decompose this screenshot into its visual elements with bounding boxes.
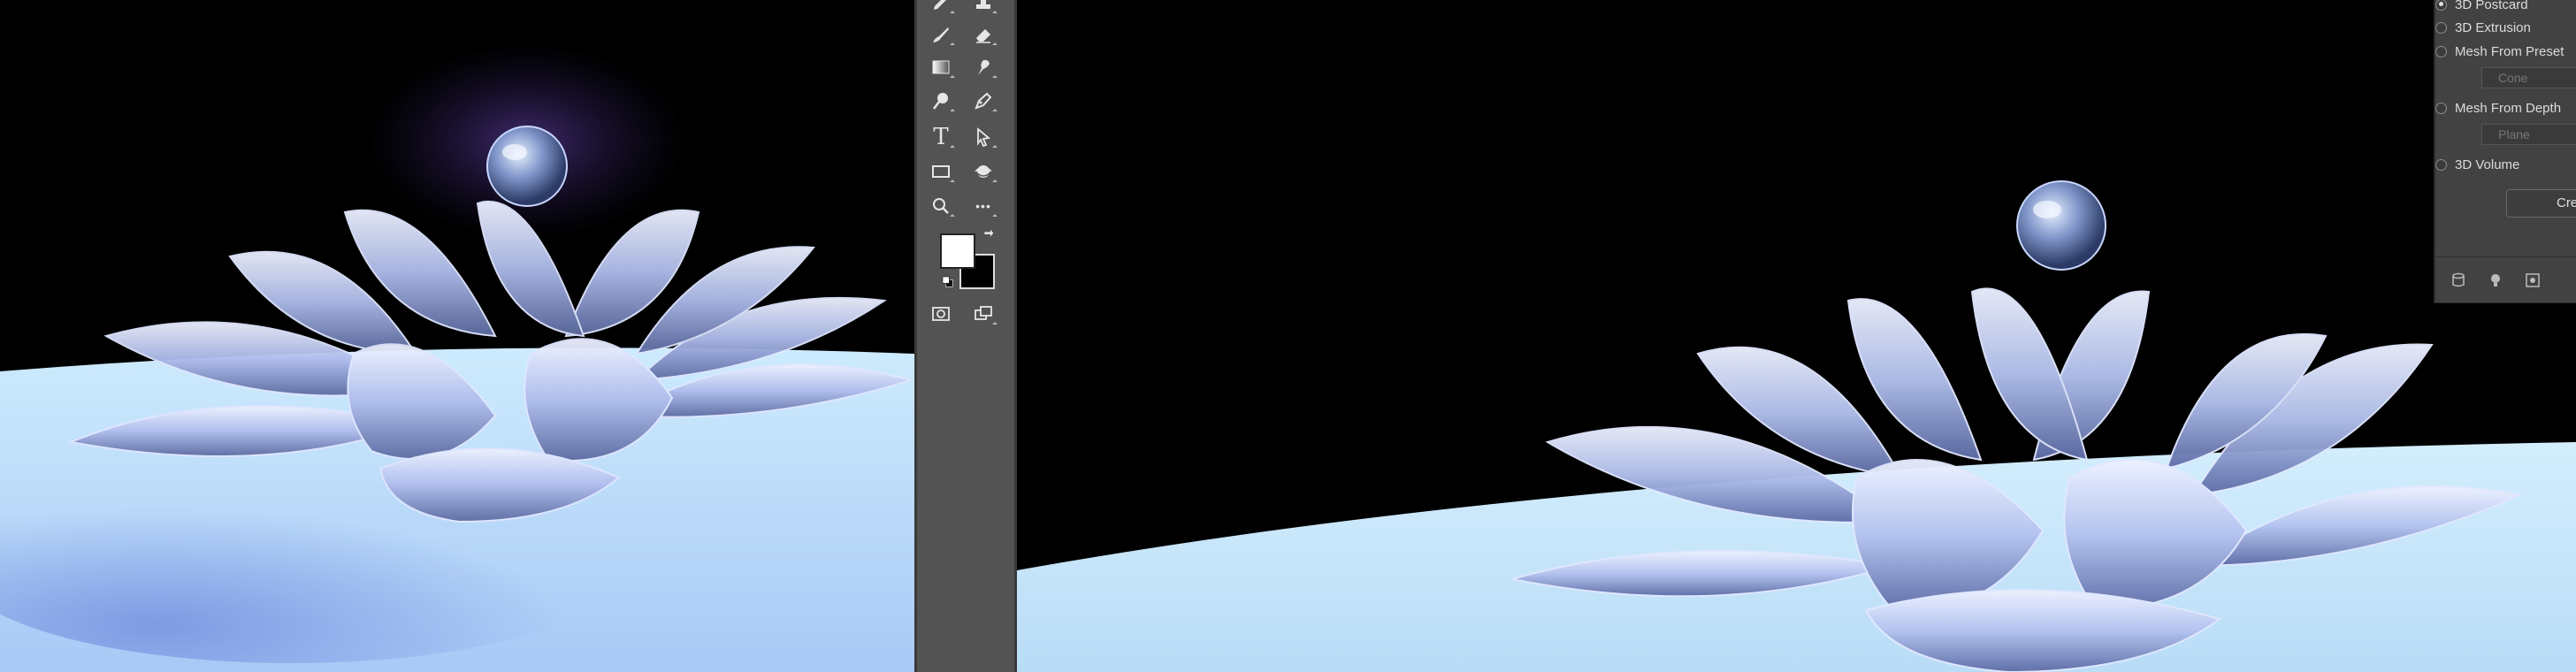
3d-panel: 3D Postcard 3D Extrusion Mesh From Prese… <box>2434 0 2576 303</box>
dodge-icon <box>933 93 948 110</box>
stamp-tool[interactable] <box>968 0 998 18</box>
brush-icon <box>933 27 949 42</box>
filter-by-lights-button[interactable] <box>2487 271 2504 289</box>
lightbulb-icon <box>2491 274 2500 286</box>
radio-mesh-from-preset[interactable] <box>2435 45 2447 57</box>
render-icon <box>2526 273 2540 287</box>
radio-3d-postcard[interactable] <box>2435 0 2447 11</box>
path-selection-tool[interactable] <box>968 122 998 152</box>
option-label: Mesh From Depth <box>2455 100 2562 116</box>
eraser-icon <box>976 29 990 43</box>
screen-mode-icon <box>975 306 992 320</box>
pencil-tool[interactable] <box>926 0 956 18</box>
arrow-cursor-icon <box>977 127 991 148</box>
option-label: 3D Postcard <box>2455 0 2528 12</box>
swap-arrows-icon <box>984 229 994 237</box>
create-button[interactable]: Crea <box>2506 189 2576 218</box>
type-icon: T <box>933 124 949 150</box>
default-colors-button[interactable] <box>938 272 958 292</box>
more-tools[interactable]: ••• <box>968 191 998 221</box>
lotus-render-left <box>0 44 914 672</box>
rectangle-icon <box>932 165 950 178</box>
depth-dropdown[interactable]: Plane <box>2481 124 2576 145</box>
smudge-tool[interactable] <box>968 52 998 82</box>
rectangle-tool[interactable] <box>926 157 956 187</box>
radio-3d-extrusion[interactable] <box>2435 21 2447 34</box>
swap-colors-button[interactable] <box>979 225 998 244</box>
viewport-right[interactable] <box>1017 0 2576 672</box>
3d-rotate-icon <box>975 165 992 178</box>
option-label: Mesh From Preset <box>2455 43 2565 59</box>
viewport-left[interactable] <box>0 0 914 672</box>
zoom-tool[interactable] <box>926 191 956 221</box>
lotus-render-right <box>1017 180 2576 672</box>
foreground-color-swatch[interactable] <box>940 233 975 269</box>
type-tool[interactable]: T <box>926 122 956 152</box>
database-icon <box>2452 272 2465 287</box>
stamp-icon <box>976 0 990 9</box>
radio-mesh-from-depth[interactable] <box>2435 102 2447 114</box>
preset-dropdown[interactable]: Cone <box>2481 67 2576 88</box>
pen-icon <box>975 92 992 110</box>
smudge-icon <box>978 59 990 75</box>
gradient-icon <box>932 60 950 74</box>
screen-mode-button[interactable] <box>968 299 998 329</box>
filter-by-scene-button[interactable] <box>2450 271 2467 289</box>
gradient-tool[interactable] <box>926 52 956 82</box>
pen-tool[interactable] <box>968 86 998 116</box>
option-label: 3D Extrusion <box>2455 19 2531 35</box>
quick-mask-button[interactable] <box>926 299 956 329</box>
tools-panel: T ••• <box>914 0 1017 672</box>
render-button[interactable] <box>2524 271 2542 289</box>
dodge-tool[interactable] <box>926 86 956 116</box>
magnifier-icon <box>933 198 949 214</box>
radio-3d-volume[interactable] <box>2435 158 2447 171</box>
ellipsis-icon: ••• <box>975 199 991 213</box>
pencil-icon <box>934 0 946 10</box>
panel-footer <box>2435 256 2576 302</box>
eraser-tool[interactable] <box>968 19 998 50</box>
default-colors-icon <box>942 276 953 287</box>
option-label: 3D Volume <box>2455 157 2520 172</box>
quick-mask-icon <box>932 307 950 321</box>
3d-tool[interactable] <box>968 157 998 187</box>
healing-brush-tool[interactable] <box>926 19 956 50</box>
